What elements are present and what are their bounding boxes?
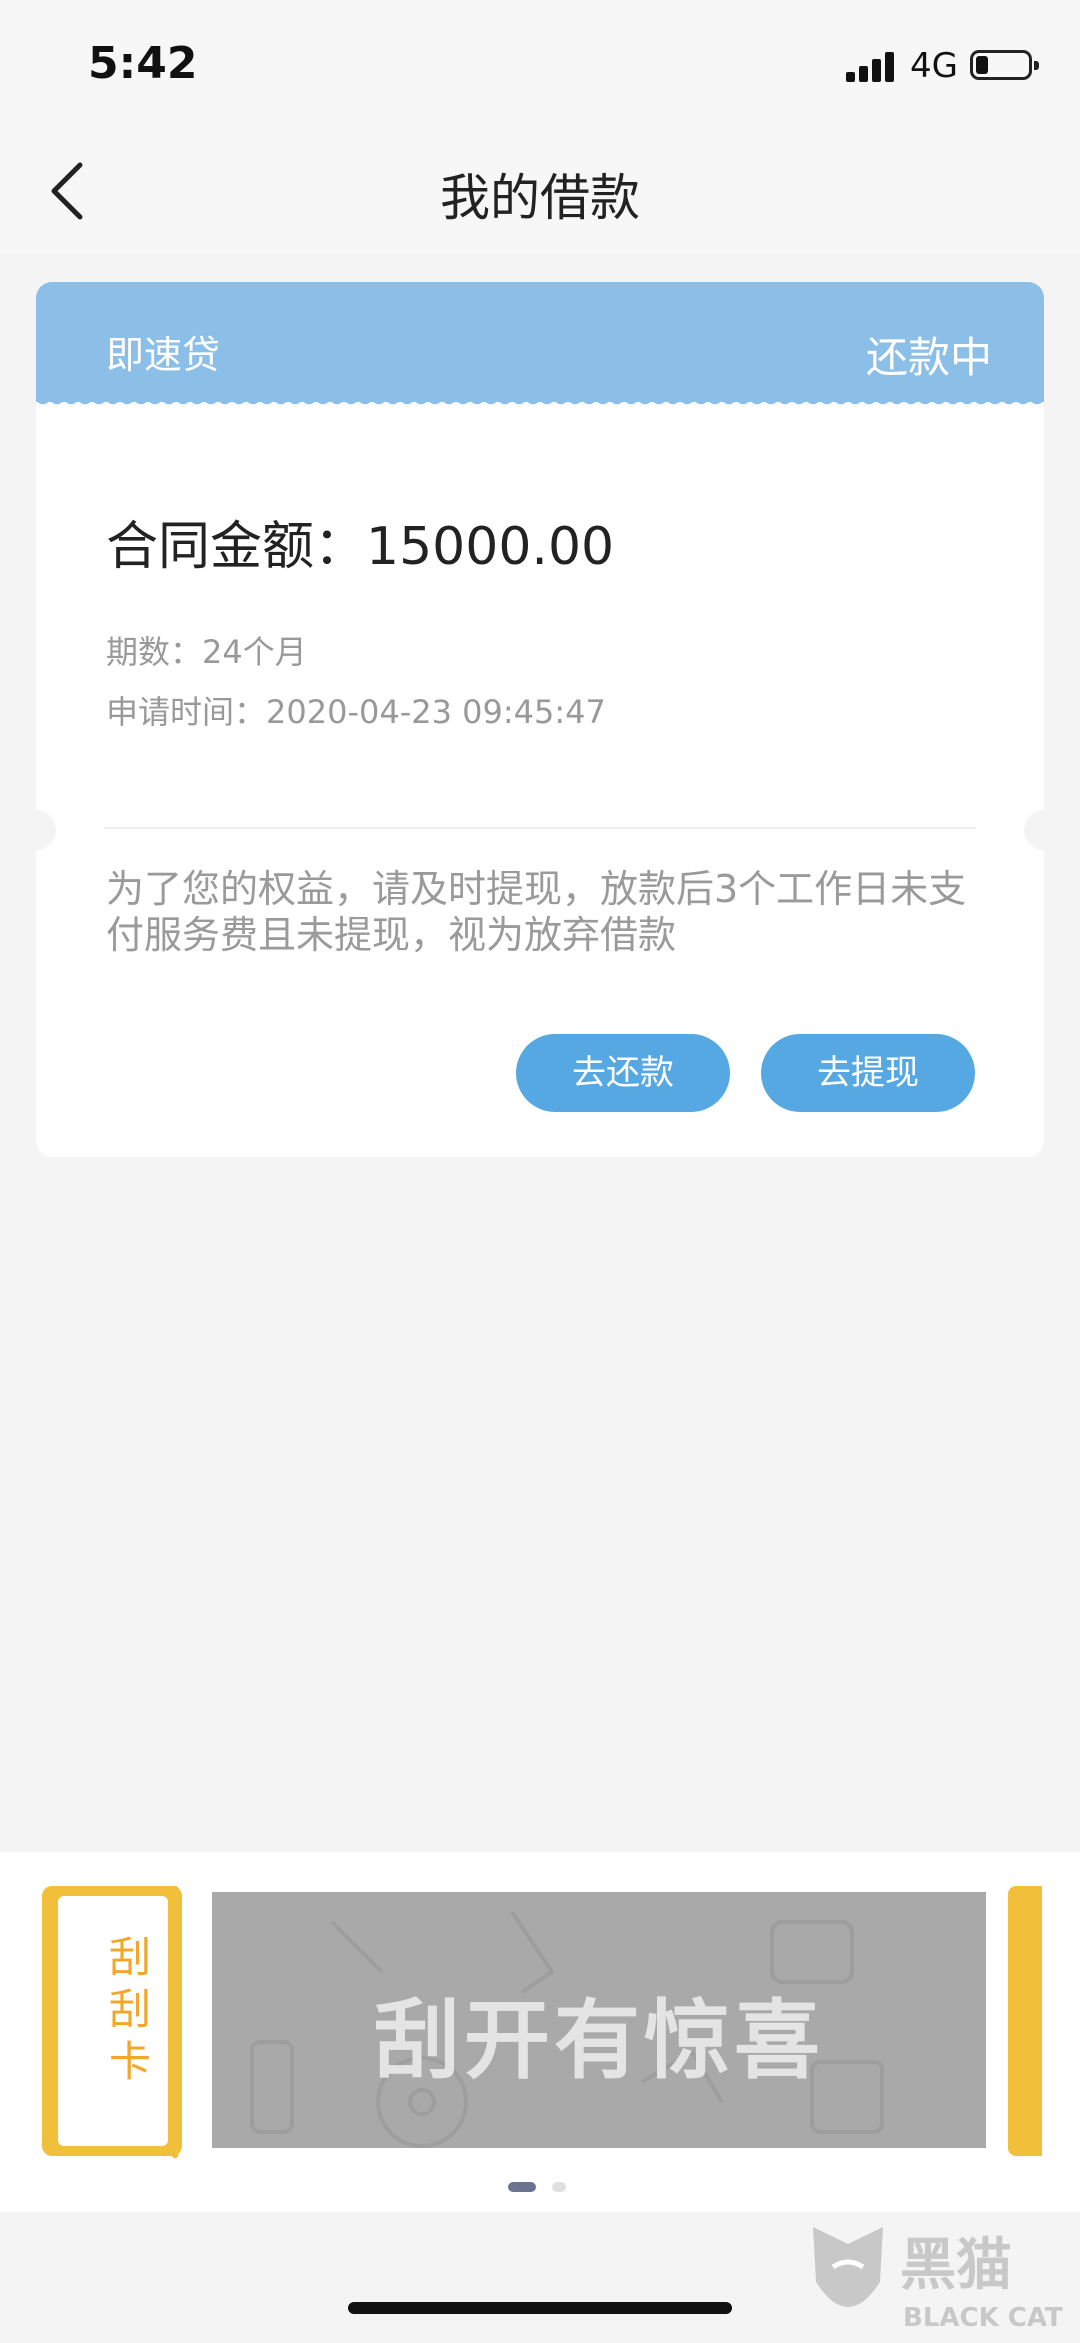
scratch-cover-text: 刮开有惊喜 [374, 1991, 824, 2091]
scallop-edge [36, 397, 1044, 409]
svg-text:黑猫: 黑猫 [900, 2233, 1012, 2298]
repay-button[interactable]: 去还款 [516, 1034, 730, 1112]
withdraw-notice: 为了您的权益，请及时提现，放款后3个工作日未支付服务费且未提现，视为放弃借款 [106, 867, 967, 957]
home-indicator [348, 2302, 732, 2314]
nav-bar: 我的借款 [0, 130, 1080, 255]
ticket-edge-right [1008, 1886, 1042, 2156]
page-title: 我的借款 [440, 169, 640, 227]
battery-icon [970, 50, 1039, 80]
status-bar: 5:42 4G [0, 0, 1080, 130]
page-dot [552, 2182, 566, 2192]
svg-text:BLACK CAT: BLACK CAT [903, 2303, 1063, 2333]
black-cat-watermark: 黑猫 BLACK CAT [808, 2222, 1078, 2339]
scratch-card-label: 刮刮卡 [108, 1933, 151, 2086]
cat-logo-icon: 黑猫 BLACK CAT [813, 2227, 1063, 2333]
scratch-area[interactable]: 刮开有惊喜 [212, 1892, 986, 2148]
contract-amount: 合同金额：15000.00 [106, 517, 615, 577]
application-time: 申请时间：2020-04-23 09:45:47 [106, 693, 606, 731]
product-name: 即速贷 [106, 333, 221, 377]
network-type: 4G [910, 46, 958, 86]
card-notch-left [36, 810, 56, 850]
loan-term: 期数：24个月 [106, 633, 307, 671]
loan-card: 即速贷 还款中 合同金额：15000.00 期数：24个月 申请时间：2020-… [36, 282, 1044, 1157]
loan-card-header: 即速贷 还款中 [36, 282, 1044, 402]
perforation [170, 1882, 180, 2162]
divider [104, 827, 976, 829]
signal-icon [846, 50, 898, 82]
page-dot-active [508, 2182, 536, 2192]
status-time: 5:42 [88, 38, 198, 89]
loan-status: 还款中 [865, 333, 992, 382]
card-notch-right [1024, 810, 1044, 850]
scratch-card-banner[interactable]: 刮刮卡 刮开有惊喜 [0, 1852, 1080, 2212]
withdraw-button[interactable]: 去提现 [761, 1034, 975, 1112]
